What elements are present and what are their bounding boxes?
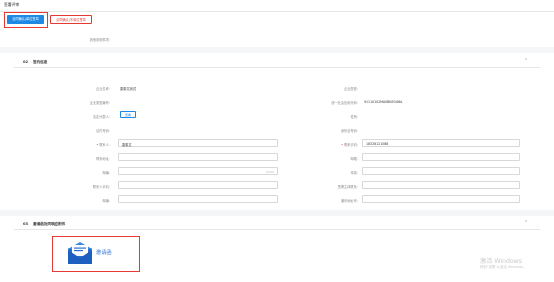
header-divider xyxy=(0,11,554,12)
confirm-button-highlight xyxy=(4,12,48,28)
bank-label: 邮编： xyxy=(102,199,112,203)
account-label: 通讯地址号： xyxy=(340,199,360,203)
contact-label: • 联系人： xyxy=(96,143,112,147)
company-name-value: 康泰文测试 xyxy=(120,87,136,91)
postal-label: 邮编： xyxy=(102,171,112,175)
account-input[interactable] xyxy=(362,195,520,203)
address-input[interactable] xyxy=(118,153,278,161)
company-type-label: 企业类型： xyxy=(344,87,360,91)
section-title: 签约信息 xyxy=(33,60,48,64)
seal-contact-input[interactable] xyxy=(362,181,520,189)
postal-char-count: 0/200 xyxy=(265,170,274,174)
email-label: 邮箱： xyxy=(350,157,360,161)
fax-input[interactable] xyxy=(362,167,520,175)
credit-code-label: 统一社会信用代码： xyxy=(331,101,360,105)
address-label: 联系地址： xyxy=(96,157,112,161)
invitation-label: 邀请函 xyxy=(96,250,112,256)
other-notes-label: 其他说明事项： xyxy=(89,38,112,42)
postal-input[interactable]: 0/200 xyxy=(118,167,278,175)
contact-phone-input[interactable] xyxy=(118,181,278,189)
idcard-number-label: 身份证号码： xyxy=(340,129,360,133)
mobile-input-value: 18326121088 xyxy=(366,142,389,146)
gender-label: 性别： xyxy=(350,115,360,119)
bank-input[interactable] xyxy=(118,195,278,203)
contact-phone-label: 联系人手机： xyxy=(92,185,112,189)
watermark-subtitle: 转到"设置"以激活 Windows。 xyxy=(480,265,527,269)
fax-label: 传真： xyxy=(350,171,360,175)
credit-code-value: 91110102MA0BKEGX6A xyxy=(364,100,403,104)
seal-contact-label: 签署主体联系： xyxy=(337,185,360,189)
section-signing-info-header[interactable]: 02 签约信息 ⌃ xyxy=(14,57,540,68)
reject-sign-button[interactable]: 合同确认/不单位签章 xyxy=(50,15,92,24)
email-input[interactable] xyxy=(362,153,520,161)
section3-index: 03 xyxy=(23,222,29,226)
mobile-label: • 联系手机： xyxy=(341,143,360,147)
mobile-input[interactable]: 18326121088 xyxy=(362,139,520,147)
legal-rep-label: 法定代表人： xyxy=(92,115,112,119)
company-type-code-label: 企业类型编号： xyxy=(89,101,112,105)
collapse-chevron-icon[interactable]: ⌃ xyxy=(524,59,528,64)
id-number-label: 证件号码： xyxy=(96,129,112,133)
section3-title: 邀请函及同响应附件 xyxy=(33,222,66,226)
page-title: 签署评审 xyxy=(4,2,20,7)
reject-sign-label: 合同确认/不单位签章 xyxy=(56,18,86,22)
envelope-icon xyxy=(68,242,92,264)
contact-input-value: 康泰文 xyxy=(122,143,132,147)
view-button-label: 查看 xyxy=(124,113,131,117)
invitation-letter-tile[interactable]: 邀请函 xyxy=(64,240,128,268)
section-gap-2 xyxy=(0,210,554,216)
collapse-chevron-icon-2[interactable]: ⌃ xyxy=(524,221,528,226)
contact-input[interactable]: 康泰文 xyxy=(118,139,278,147)
section-invitation-header[interactable]: 03 邀请函及同响应附件 ⌃ xyxy=(14,219,540,230)
company-name-label: 企业名称： xyxy=(96,87,112,91)
view-legal-rep-button[interactable]: 查看 xyxy=(120,111,136,118)
section-index: 02 xyxy=(23,60,29,64)
section-gap xyxy=(0,47,554,53)
